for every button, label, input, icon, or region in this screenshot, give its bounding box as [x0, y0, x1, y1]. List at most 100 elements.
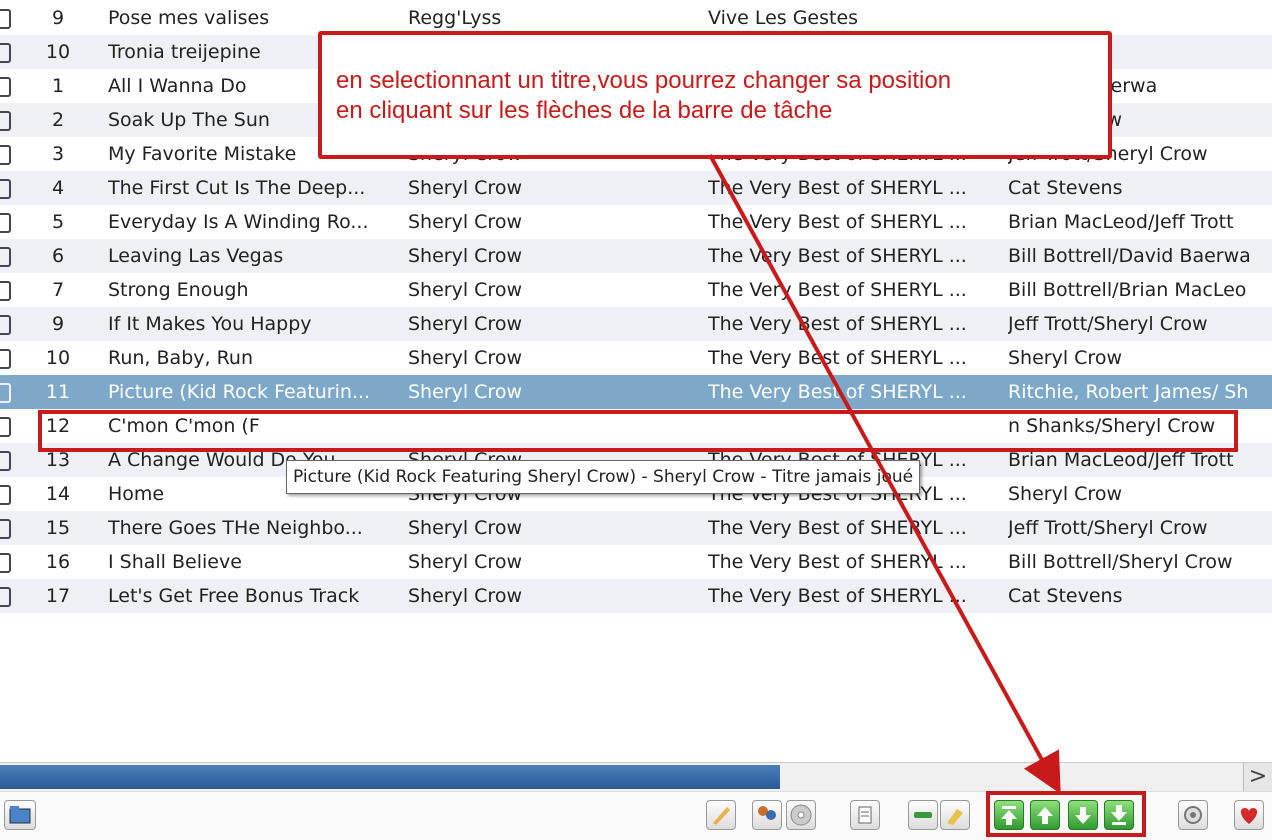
users-icon[interactable] — [752, 800, 782, 830]
table-row-selected[interactable]: 11 Picture (Kid Rock Featurin... Sheryl Cr… — [0, 375, 1272, 409]
table-row[interactable]: 6 Leaving Las Vegas Sheryl Crow The Very Be… — [0, 239, 1272, 273]
track-title: Run, Baby, Run — [108, 347, 254, 369]
scrollbar-thumb[interactable] — [0, 765, 780, 789]
track-state-icon — [0, 587, 11, 607]
table-row[interactable]: 15 There Goes THe Neighbo... Sheryl Crow Th… — [0, 511, 1272, 545]
track-composer: Bill Bottrell/David Baerwa — [1008, 245, 1251, 267]
track-state-icon — [0, 111, 11, 131]
scroll-right-button[interactable]: > — [1243, 763, 1272, 791]
track-album: The Very Best of SHERYL ... — [708, 279, 967, 301]
settings-icon[interactable] — [1178, 800, 1208, 830]
track-state-icon — [0, 383, 11, 403]
track-album: The Very Best of SHERYL ... — [708, 517, 967, 539]
heart-icon[interactable] — [1234, 800, 1264, 830]
track-state-icon — [0, 77, 11, 97]
table-row[interactable]: 10 Run, Baby, Run Sheryl Crow The Very Best… — [0, 341, 1272, 375]
track-composer: Brian MacLeod/Jeff Trott — [1008, 211, 1234, 233]
track-artist: Sheryl Crow — [408, 313, 522, 335]
track-composer: Jeff Trott/Sheryl Crow — [1008, 313, 1208, 335]
track-number: 4 — [51, 177, 65, 199]
track-state-icon — [0, 213, 11, 233]
track-title: Strong Enough — [108, 279, 249, 301]
track-title: Let's Get Free Bonus Track — [108, 585, 360, 607]
list-icon[interactable] — [850, 800, 880, 830]
track-artist: Sheryl Crow — [408, 585, 522, 607]
track-state-icon — [0, 417, 11, 437]
table-row[interactable]: 9 Pose mes valises Regg'Lyss Vive Les Geste… — [0, 1, 1272, 35]
track-state-icon — [0, 349, 11, 369]
track-state-icon — [0, 145, 11, 165]
track-state-icon — [0, 9, 11, 29]
track-artist: Sheryl Crow — [408, 517, 522, 539]
track-composer: Bill Bottrell/Sheryl Crow — [1008, 551, 1233, 573]
track-artist: Sheryl Crow — [408, 211, 522, 233]
table-row[interactable]: 17 Let's Get Free Bonus Track Sheryl Crow T… — [0, 579, 1272, 613]
track-composer: Sheryl Crow — [1008, 347, 1122, 369]
table-row[interactable]: 4 The First Cut Is The Deep... Sheryl Crow… — [0, 171, 1272, 205]
remove-icon[interactable] — [908, 800, 938, 830]
edit-tag-icon[interactable] — [706, 800, 736, 830]
track-state-icon — [0, 315, 11, 335]
track-album: The Very Best of SHERYL ... — [708, 177, 967, 199]
track-composer: Jeff Trott/Sheryl Crow — [1008, 517, 1208, 539]
track-artist: Sheryl Crow — [408, 177, 522, 199]
track-artist: Sheryl Crow — [408, 279, 522, 301]
track-state-icon — [0, 485, 11, 505]
track-number: 3 — [51, 143, 65, 165]
track-number: 17 — [45, 585, 71, 607]
track-artist: Sheryl Crow — [408, 347, 522, 369]
table-row[interactable]: 16 I Shall Believe Sheryl Crow The Very Bes… — [0, 545, 1272, 579]
table-row[interactable]: 7 Strong Enough Sheryl Crow The Very Best o… — [0, 273, 1272, 307]
track-composer: Bill Bottrell/Brian MacLeo — [1008, 279, 1247, 301]
track-state-icon — [0, 247, 11, 267]
track-album: The Very Best of SHERYL ... — [708, 313, 967, 335]
track-number: 10 — [45, 41, 71, 63]
track-state-icon — [0, 451, 11, 471]
track-number: 16 — [45, 551, 71, 573]
track-state-icon — [0, 179, 11, 199]
track-number: 2 — [51, 109, 65, 131]
track-artist: Sheryl Crow — [408, 245, 522, 267]
track-number: 5 — [51, 211, 65, 233]
track-composer: Sheryl Crow — [1008, 483, 1122, 505]
track-title: Picture (Kid Rock Featurin... — [108, 381, 371, 403]
track-album: The Very Best of SHERYL ... — [708, 585, 967, 607]
clear-icon[interactable] — [940, 800, 970, 830]
track-state-icon — [0, 281, 11, 301]
track-tooltip: Picture (Kid Rock Featuring Sheryl Crow)… — [286, 460, 921, 494]
move-buttons-highlight-annotation — [986, 791, 1146, 837]
track-album: The Very Best of SHERYL ... — [708, 347, 967, 369]
track-composer: Cat Stevens — [1008, 177, 1123, 199]
table-row[interactable]: 5 Everyday Is A Winding Ro... Sheryl Crow T… — [0, 205, 1272, 239]
cd-icon[interactable] — [786, 800, 816, 830]
track-state-icon — [0, 43, 11, 63]
track-title: Everyday Is A Winding Ro... — [108, 211, 369, 233]
track-number: 1 — [51, 75, 65, 97]
track-state-icon — [0, 553, 11, 573]
track-title: The First Cut Is The Deep... — [108, 177, 366, 199]
track-title: If It Makes You Happy — [108, 313, 312, 335]
track-title: Pose mes valises — [108, 7, 270, 29]
track-number: 14 — [45, 483, 71, 505]
track-number: 9 — [51, 313, 65, 335]
track-number: 9 — [51, 7, 65, 29]
folder-icon[interactable] — [4, 800, 36, 830]
track-number: 10 — [45, 347, 71, 369]
track-title: Leaving Las Vegas — [108, 245, 284, 267]
track-number: 11 — [45, 381, 71, 403]
track-composer: Brian MacLeod/Jeff Trott — [1008, 449, 1234, 471]
track-artist: Sheryl Crow — [408, 551, 522, 573]
track-artist: Sheryl Crow — [408, 381, 522, 403]
track-number: 15 — [45, 517, 71, 539]
track-album: The Very Best of SHERYL ... — [708, 245, 967, 267]
callout-line-1: en selectionnant un titre,vous pourrez c… — [336, 67, 952, 94]
track-title: There Goes THe Neighbo... — [108, 517, 363, 539]
track-album: The Very Best of SHERYL ... — [708, 211, 967, 233]
track-number: 6 — [51, 245, 65, 267]
horizontal-scrollbar[interactable]: > — [0, 762, 1272, 791]
annotation-callout: en selectionnant un titre,vous pourrez c… — [318, 31, 1112, 159]
table-row[interactable]: 9 If It Makes You Happy Sheryl Crow The Ver… — [0, 307, 1272, 341]
track-composer: Cat Stevens — [1008, 585, 1123, 607]
track-state-icon — [0, 519, 11, 539]
track-number: 13 — [45, 449, 71, 471]
